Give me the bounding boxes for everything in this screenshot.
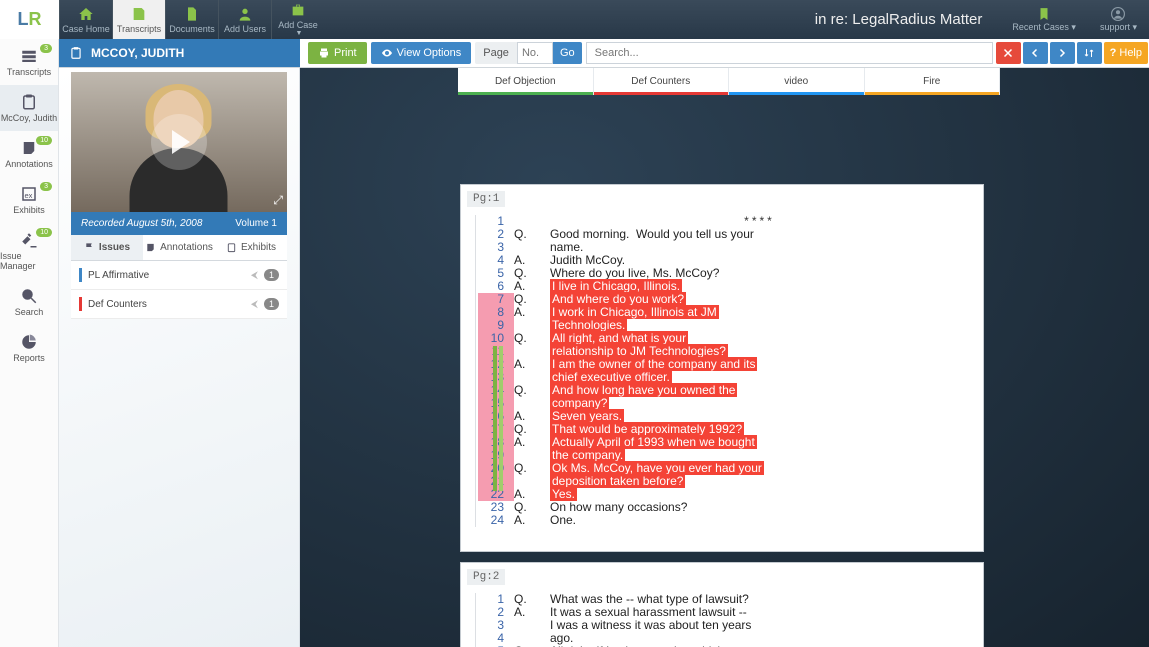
expand-icon[interactable]: ⤢ [273, 193, 283, 208]
chevron-left-icon [1029, 47, 1041, 59]
help-button[interactable]: ?Help [1104, 42, 1148, 64]
detail-tab-annotations[interactable]: Annotations [143, 235, 215, 260]
print-icon [318, 47, 330, 59]
sidebar-deponent[interactable]: McCoy, Judith [0, 85, 58, 131]
eye-icon [381, 47, 393, 59]
print-button[interactable]: Print [308, 42, 367, 64]
close-icon [1002, 47, 1014, 59]
go-button[interactable]: Go [553, 42, 582, 64]
logo[interactable]: LR [0, 0, 59, 39]
matter-title: in re: LegalRadius Matter [815, 11, 983, 28]
detail-tab-exhibits[interactable]: Exhibits [215, 235, 287, 260]
transcript-page-1[interactable]: Pg:1 1**** 2Q.Good morning. Would you te… [460, 184, 984, 552]
annotation-bar[interactable] [493, 346, 497, 491]
prev-button[interactable] [1023, 42, 1048, 64]
stack-icon [18, 47, 40, 65]
nav-add-users[interactable]: Add Users [218, 0, 271, 39]
annotation-bar[interactable] [499, 346, 503, 491]
top-tab-def-counters[interactable]: Def Counters [594, 68, 730, 95]
flag-icon [84, 242, 95, 253]
svg-text:ex: ex [25, 191, 33, 200]
sort-icon [1083, 47, 1095, 59]
top-tab-fire[interactable]: Fire [865, 68, 1001, 95]
clip-icon [226, 242, 237, 253]
sidebar-search[interactable]: Search [0, 279, 58, 325]
tag-icon: ⮜ [251, 299, 258, 310]
sidebar-transcripts[interactable]: 3Transcripts [0, 39, 58, 85]
documents-icon [183, 6, 201, 22]
close-button[interactable] [996, 42, 1021, 64]
recorded-bar: Recorded August 5th, 2008Volume 1 [71, 212, 287, 235]
detail-tab-issues[interactable]: Issues [71, 235, 143, 260]
recent-cases[interactable]: Recent Cases ▾ [1000, 7, 1088, 33]
transcript-page-2[interactable]: Pg:2 1Q.What was the -- what type of law… [460, 562, 984, 647]
nav-case-home[interactable]: Case Home [59, 0, 112, 39]
top-tab-def-objection[interactable]: Def Objection [458, 68, 594, 95]
page-label: Pg:1 [467, 191, 505, 207]
user-icon [236, 6, 254, 22]
clip-icon [69, 46, 83, 60]
home-icon [77, 6, 95, 22]
transcript-icon [130, 6, 148, 22]
play-icon[interactable] [151, 114, 207, 170]
issue-item[interactable]: Def Counters⮜1 [71, 290, 287, 319]
sort-button[interactable] [1077, 42, 1102, 64]
nav-transcripts[interactable]: Transcripts [112, 0, 165, 39]
view-options-button[interactable]: View Options [371, 42, 472, 64]
chevron-right-icon [1056, 47, 1068, 59]
search-icon [18, 287, 40, 305]
note-icon [145, 242, 156, 253]
page-label: Pg:2 [467, 569, 505, 585]
tag-icon: ⮜ [251, 270, 258, 281]
top-tab-video[interactable]: video [729, 68, 865, 95]
video-thumbnail[interactable]: ⤢ [71, 72, 287, 212]
user-menu[interactable]: support ▾ [1088, 7, 1149, 33]
next-button[interactable] [1050, 42, 1075, 64]
nav-add-case[interactable]: Add Case▼ [271, 0, 324, 39]
chart-icon [18, 333, 40, 351]
page-label: Page [475, 42, 517, 64]
sidebar-reports[interactable]: Reports [0, 325, 58, 371]
nav-documents[interactable]: Documents [165, 0, 218, 39]
issue-item[interactable]: PL Affirmative⮜1 [71, 261, 287, 290]
search-input[interactable] [586, 42, 993, 64]
page-input[interactable] [517, 42, 553, 64]
ex-icon: ex [18, 185, 40, 203]
avatar-icon [1110, 7, 1126, 21]
sidebar-issue-manager[interactable]: 10Issue Manager [0, 223, 58, 279]
transcript-header: MCCOY, JUDITH [59, 39, 300, 67]
clip-icon [18, 93, 40, 111]
bookmark-icon [1036, 7, 1052, 21]
sidebar-exhibits[interactable]: ex3Exhibits [0, 177, 58, 223]
sidebar-annotations[interactable]: 10Annotations [0, 131, 58, 177]
briefcase-icon [289, 2, 307, 18]
